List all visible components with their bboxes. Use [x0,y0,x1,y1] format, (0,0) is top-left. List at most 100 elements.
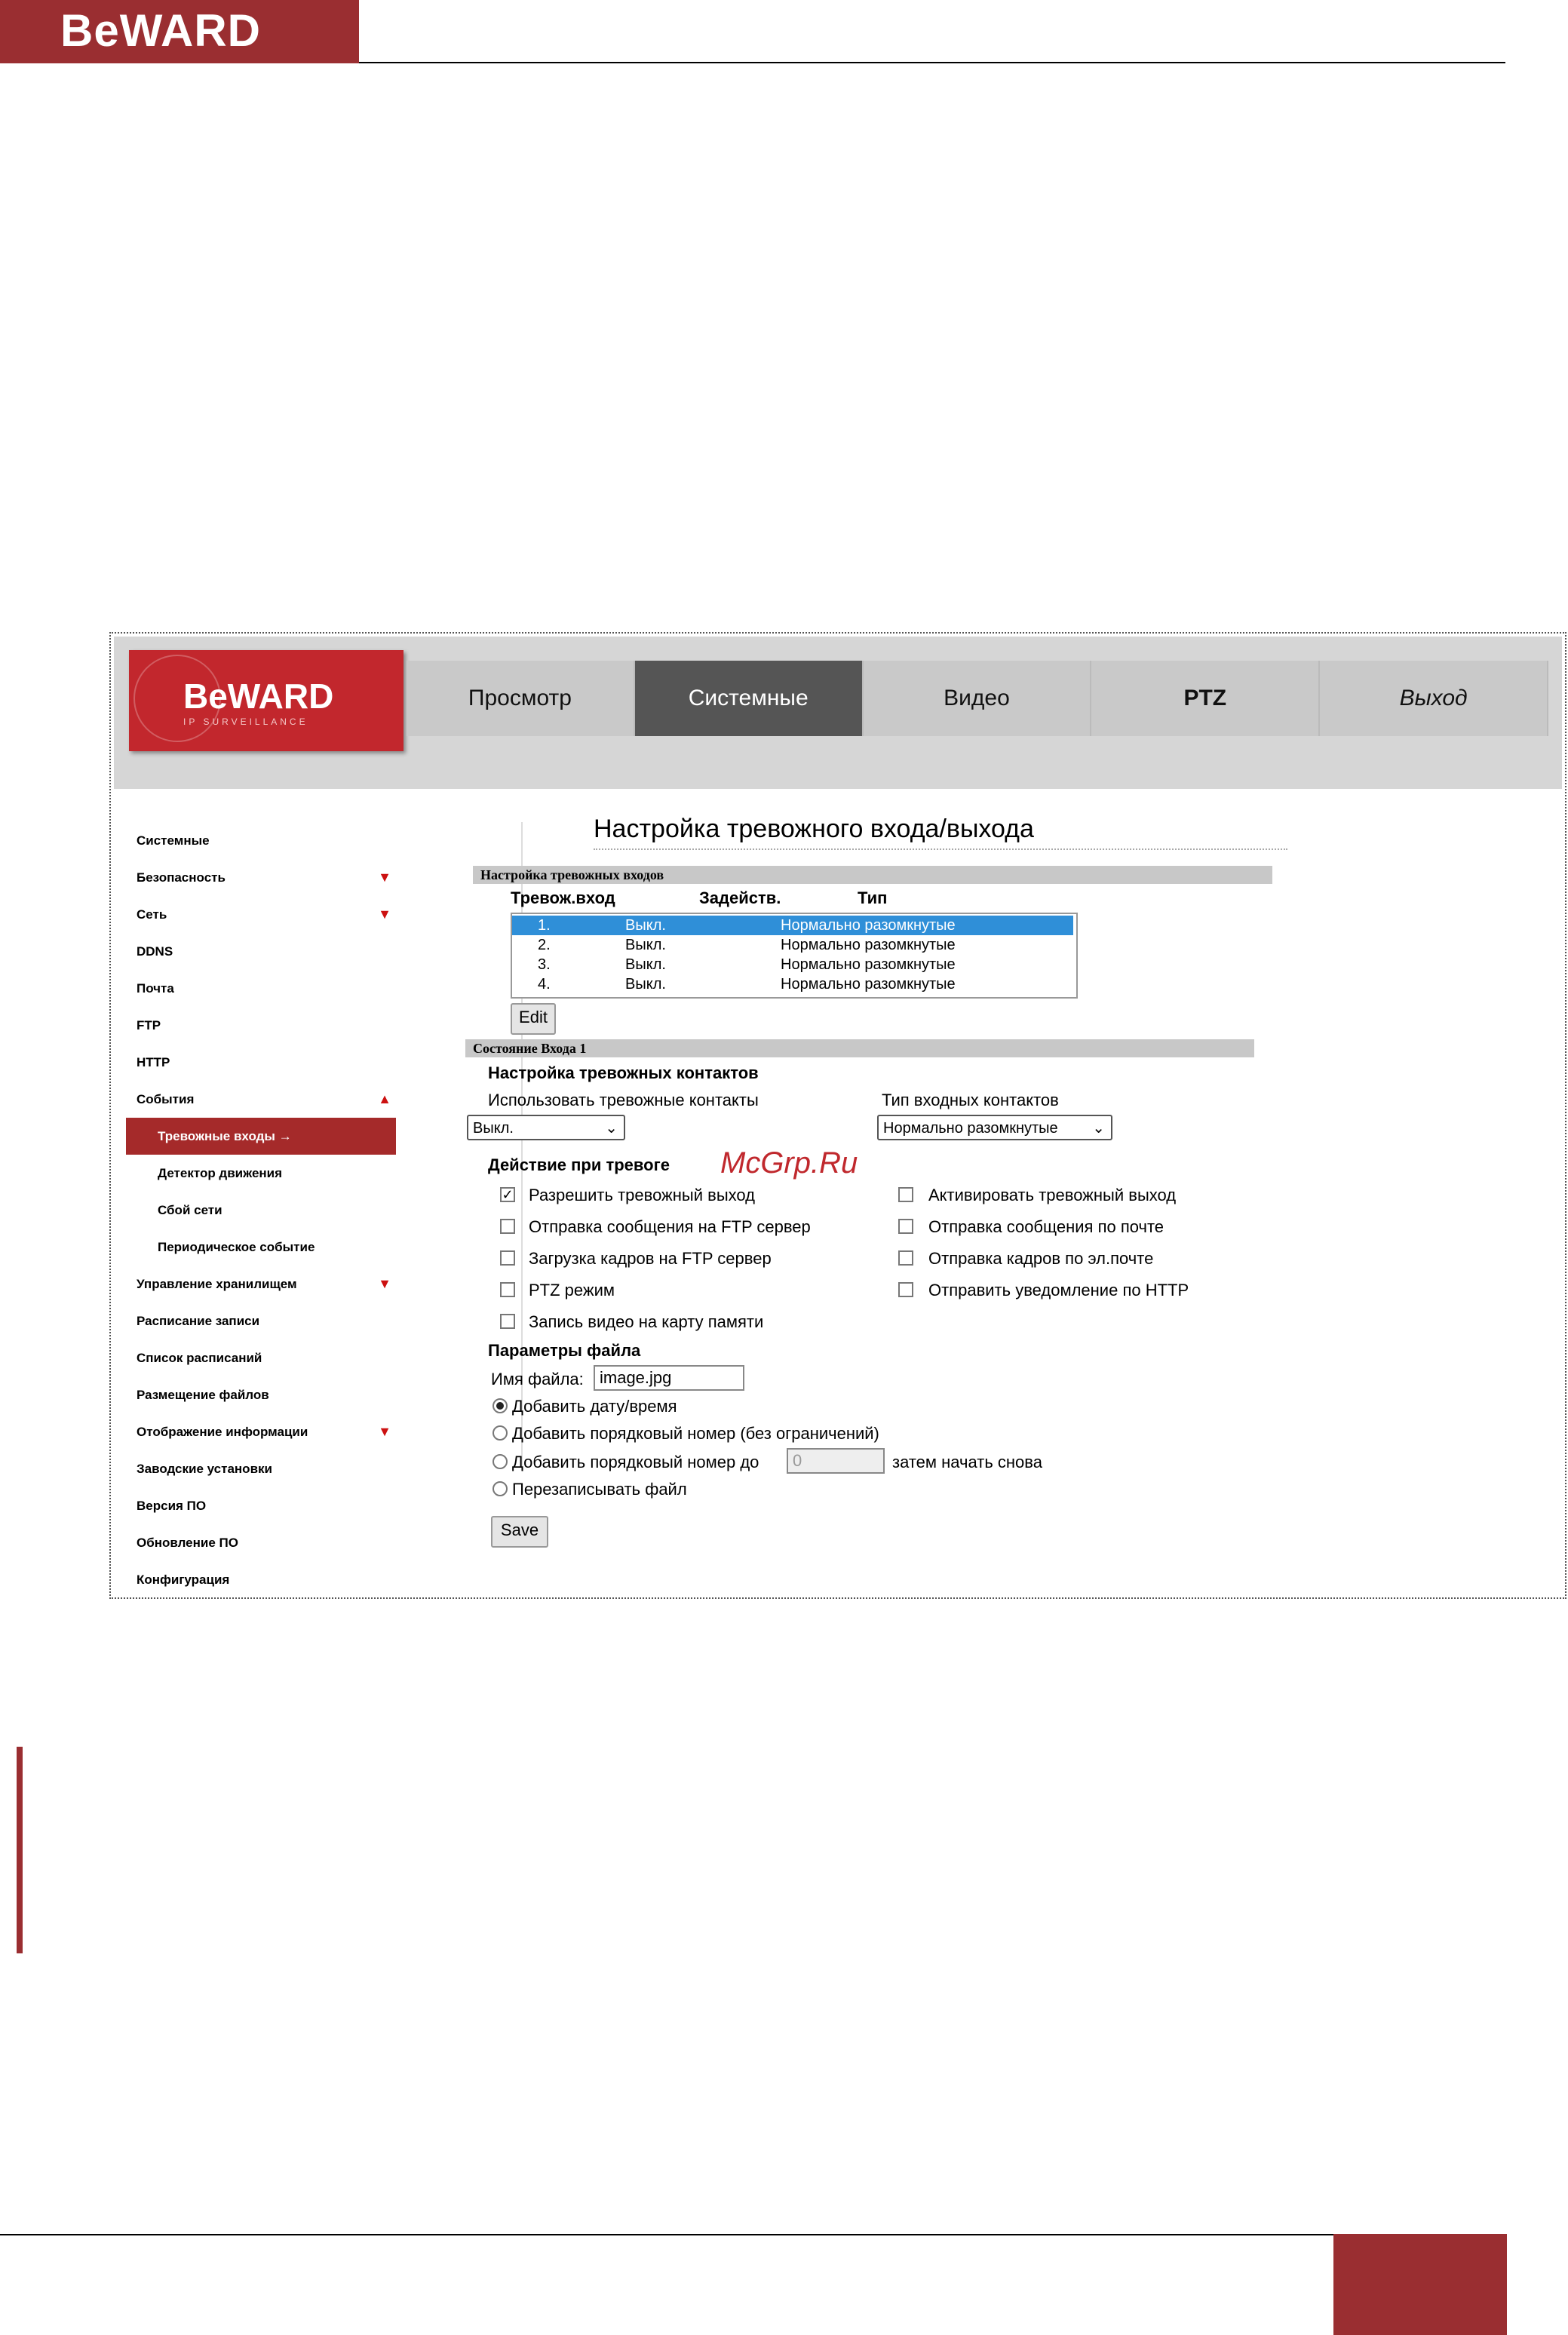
sidebar-item-label: HTTP [137,1055,170,1069]
checkbox-ftp-upload[interactable] [500,1250,515,1266]
list-item[interactable]: 1. Выкл. Нормально разомкнутые [512,916,1073,935]
edit-button[interactable]: Edit [511,1003,556,1035]
column-header-enabled: Задейств. [699,888,781,907]
save-button[interactable]: Save [491,1516,548,1548]
radio-label: Добавить порядковый номер (без ограничен… [512,1424,879,1443]
sidebar-item-network-failure[interactable]: Сбой сети [126,1192,405,1229]
section-header-inputs: Настройка тревожных входов [473,866,1272,884]
checkbox-record-sd[interactable] [500,1314,515,1329]
sidebar-item-firmware-version[interactable]: Версия ПО [126,1487,405,1524]
sidebar-item-label: Почта [137,981,174,996]
sidebar-item-label: Версия ПО [137,1499,207,1513]
sidebar-item-network[interactable]: Сеть ▼ [126,896,405,933]
checkbox-label: Разрешить тревожный выход [529,1186,755,1204]
row-state: Выкл. [625,956,666,973]
sidebar-item-info-display[interactable]: Отображение информации ▼ [126,1413,405,1450]
sidebar-item-record-schedule[interactable]: Расписание записи [126,1303,405,1339]
checkbox-allow-alarm-output[interactable]: ✓ [500,1187,515,1202]
sidebar-item-label: FTP [137,1018,161,1032]
top-banner: BeWARD IP SURVEILLANCE Просмотр Системны… [114,637,1562,789]
sidebar-item-security[interactable]: Безопасность ▼ [126,859,405,896]
tab-ptz[interactable]: PTZ [1091,661,1321,736]
checkbox-label: PTZ режим [529,1281,615,1299]
sidebar-item-label: Тревожные входы → [158,1129,292,1143]
file-name-input[interactable]: image.jpg [594,1365,744,1391]
tab-video[interactable]: Видео [863,661,1092,736]
logo-brand: BeWARD [183,677,334,716]
sidebar-item-ddns[interactable]: DDNS [126,933,405,970]
sidebar-item-label: Сбой сети [158,1203,222,1217]
collapse-arrow-icon: ▲ [378,1091,391,1106]
expand-arrow-icon: ▼ [378,1276,391,1291]
radio-add-number-unlimited[interactable] [492,1425,508,1441]
radio-add-datetime[interactable] [492,1398,508,1413]
page-header-logo-text: BeWARD [60,5,262,56]
use-contacts-label: Использовать тревожные контакты [488,1091,759,1109]
radio-add-number-limited[interactable] [492,1454,508,1469]
sidebar-item-file-placement[interactable]: Размещение файлов [126,1376,405,1413]
list-item[interactable]: 2. Выкл. Нормально разомкнутые [512,935,1073,955]
footer-page-box [1333,2234,1507,2335]
sidebar-item-label: Отображение информации [137,1425,308,1439]
checkbox-ftp-message[interactable] [500,1219,515,1234]
row-number: 2. [538,937,551,953]
row-number: 4. [538,976,551,993]
checkbox-label: Запись видео на карту памяти [529,1312,764,1331]
sidebar-item-http[interactable]: HTTP [126,1044,405,1081]
checkbox-mail-frames[interactable] [898,1250,913,1266]
row-state: Выкл. [625,976,666,993]
checkbox-label: Отправка кадров по эл.почте [928,1249,1154,1268]
sidebar-item-label: Список расписаний [137,1351,262,1365]
sidebar-item-label: Безопасность [137,870,226,885]
radio-label: Перезаписывать файл [512,1480,687,1499]
expand-arrow-icon: ▼ [378,870,391,885]
sidebar-item-factory-defaults[interactable]: Заводские установки [126,1450,405,1487]
sidebar-item-system[interactable]: Системные [126,822,405,859]
checkbox-http-notify[interactable] [898,1282,913,1297]
counter-suffix-label: затем начать снова [892,1453,1042,1471]
radio-overwrite-file[interactable] [492,1481,508,1496]
sidebar-item-label: Размещение файлов [137,1388,269,1402]
row-state: Выкл. [625,917,666,934]
sidebar-item-mail[interactable]: Почта [126,970,405,1007]
sidebar-item-ftp[interactable]: FTP [126,1007,405,1044]
tab-exit[interactable]: Выход [1320,661,1548,736]
list-item[interactable]: 3. Выкл. Нормально разомкнутые [512,955,1073,974]
checkbox-ptz-mode[interactable] [500,1282,515,1297]
counter-limit-input[interactable]: 0 [787,1448,885,1474]
watermark: McGrp.Ru [720,1146,858,1180]
page-header-logo: BeWARD [0,0,359,63]
select-value: Нормально разомкнутые [883,1120,1058,1137]
sidebar-item-schedule-list[interactable]: Список расписаний [126,1339,405,1376]
section-header-state: Состояние Входа 1 [465,1039,1254,1057]
sidebar-item-storage[interactable]: Управление хранилищем ▼ [126,1266,405,1303]
sidebar-menu: Системные Безопасность ▼ Сеть ▼ DDNS Почта… [126,822,405,1598]
checkbox-label: Отправка сообщения по почте [928,1217,1164,1236]
sidebar-item-label: Конфигурация [137,1573,230,1587]
row-state: Выкл. [625,937,666,953]
checkbox-mail-message[interactable] [898,1219,913,1234]
sidebar-item-label: Системные [137,833,210,848]
sidebar-item-firmware-update[interactable]: Обновление ПО [126,1524,405,1561]
column-header-type: Тип [858,888,888,907]
sidebar-item-motion-detector[interactable]: Детектор движения [126,1155,405,1192]
contact-type-select[interactable]: Нормально разомкнутые ⌄ [877,1115,1112,1140]
checkbox-label: Отправка сообщения на FTP сервер [529,1217,811,1236]
sidebar-item-events[interactable]: События ▲ [126,1081,405,1118]
use-contacts-select[interactable]: Выкл. ⌄ [467,1115,625,1140]
main-nav: Просмотр Системные Видео PTZ Выход [407,661,1548,736]
alarm-inputs-list[interactable]: 1. Выкл. Нормально разомкнутые 2. Выкл. … [511,913,1078,999]
checkbox-activate-alarm-output[interactable] [898,1187,913,1202]
file-name-label: Имя файла: [491,1370,584,1388]
sidebar-item-label: Управление хранилищем [137,1277,297,1291]
sidebar-item-label: Детектор движения [158,1166,283,1180]
tab-view[interactable]: Просмотр [407,661,635,736]
beward-logo[interactable]: BeWARD IP SURVEILLANCE [129,650,404,751]
tab-system[interactable]: Системные [634,661,864,736]
sidebar-item-alarm-inputs[interactable]: Тревожные входы → [126,1118,396,1155]
sidebar-item-configuration[interactable]: Конфигурация [126,1561,405,1598]
contacts-heading: Настройка тревожных контактов [488,1063,759,1082]
sidebar-item-periodic-event[interactable]: Периодическое событие [126,1229,405,1266]
radio-label: Добавить порядковый номер до [512,1453,759,1471]
list-item[interactable]: 4. Выкл. Нормально разомкнутые [512,974,1073,994]
